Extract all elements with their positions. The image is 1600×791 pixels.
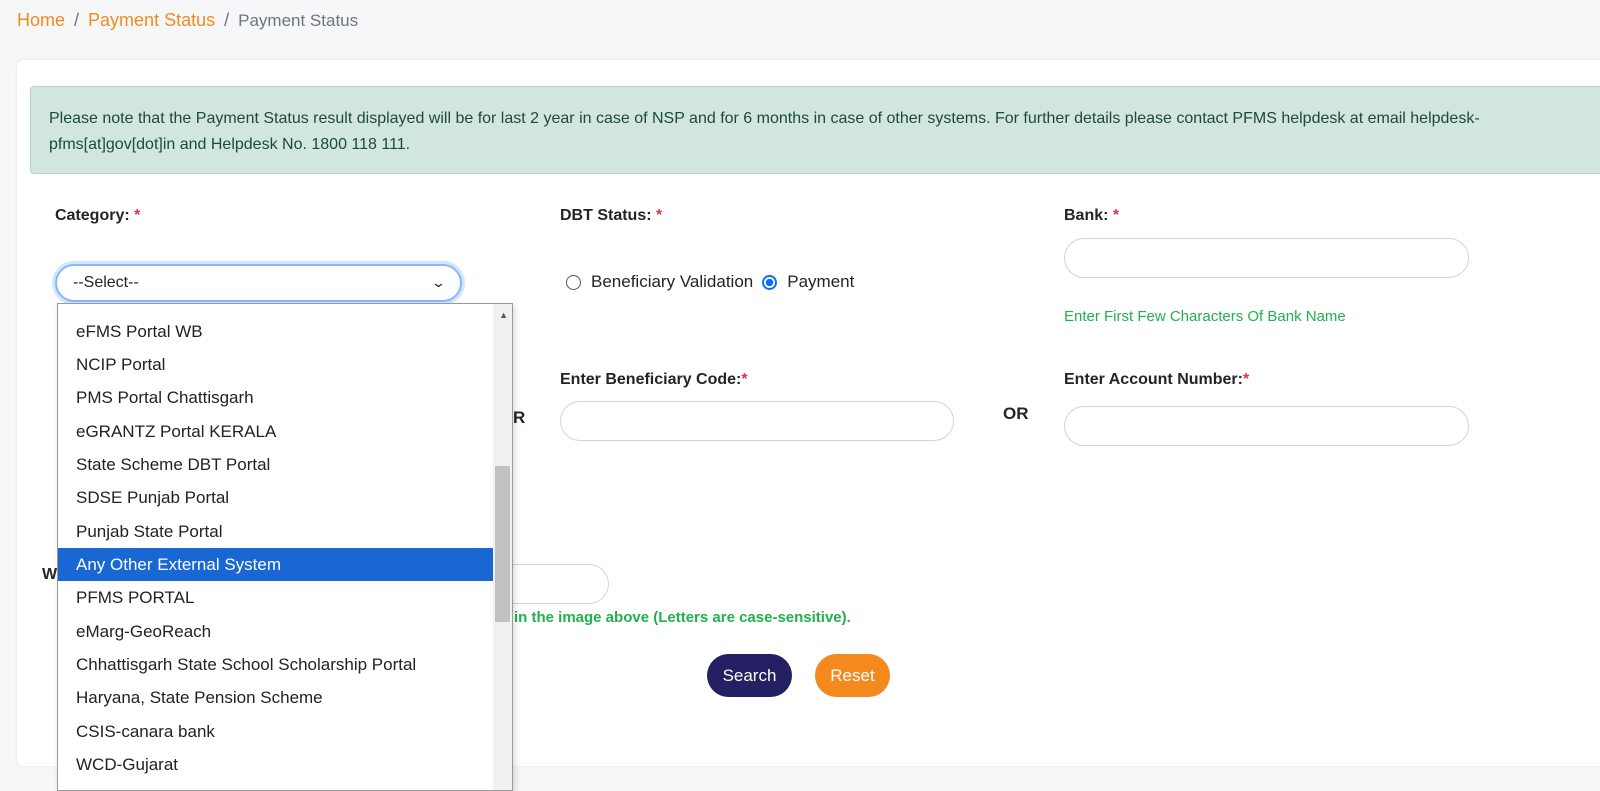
dropdown-option[interactable]: PFMS PORTAL	[58, 581, 494, 614]
dropdown-option[interactable]: Punjab State Portal	[58, 515, 494, 548]
breadcrumb: Home / Payment Status / Payment Status	[17, 10, 358, 31]
bank-hint: Enter First Few Characters Of Bank Name	[1064, 308, 1346, 325]
dropdown-option[interactable]: PMS Portal Chattisgarh	[58, 381, 494, 414]
required-asterisk: *	[1112, 207, 1120, 224]
dropdown-option[interactable]: eFMS Portal WB	[58, 315, 494, 348]
dbt-status-label: DBT Status: *	[560, 207, 663, 224]
dropdown-option[interactable]: eGRANTZ Portal KERALA	[58, 415, 494, 448]
breadcrumb-current: Payment Status	[238, 10, 359, 30]
or-separator: OR	[1003, 404, 1029, 423]
beneficiary-code-label: Enter Beneficiary Code:*	[560, 371, 748, 388]
breadcrumb-home-link[interactable]: Home	[17, 10, 65, 31]
account-number-label: Enter Account Number:*	[1064, 371, 1250, 388]
breadcrumb-separator: /	[224, 10, 230, 30]
radio-beneficiary-validation[interactable]	[566, 274, 581, 290]
bank-label: Bank: *	[1064, 207, 1120, 224]
dropdown-option[interactable]: eMarg-GeoReach	[58, 615, 494, 648]
radio-beneficiary-validation-label[interactable]: Beneficiary Validation	[591, 272, 753, 292]
dropdown-option[interactable]: Haryana, State Pension Scheme	[58, 681, 494, 714]
notice-text: Please note that the Payment Status resu…	[49, 110, 1480, 153]
required-asterisk: *	[656, 207, 663, 224]
dropdown-option-selected[interactable]: Any Other External System	[58, 548, 494, 581]
search-button[interactable]: Search	[707, 654, 792, 697]
breadcrumb-payment-status-link[interactable]: Payment Status	[88, 10, 215, 31]
reset-button[interactable]: Reset	[815, 654, 890, 697]
dropdown-option[interactable]: CSIS-canara bank	[58, 715, 494, 748]
required-asterisk: *	[134, 207, 141, 224]
category-select[interactable]: --Select-- ⌄	[55, 264, 462, 302]
dropdown-option[interactable]: WCD-Gujarat	[58, 748, 494, 781]
dropdown-option[interactable]: NCIP Portal	[58, 348, 494, 381]
chevron-down-icon: ⌄	[430, 275, 447, 290]
breadcrumb-separator: /	[74, 10, 80, 30]
dbt-status-radio-group: Beneficiary Validation Payment	[566, 272, 863, 292]
bank-input[interactable]	[1064, 238, 1469, 278]
radio-payment-label[interactable]: Payment	[787, 272, 854, 292]
required-asterisk: *	[741, 371, 748, 388]
dropdown-scrollbar[interactable]: ▲	[493, 304, 512, 790]
dropdown-option[interactable]: SDSE Punjab Portal	[58, 481, 494, 514]
scroll-up-arrow-icon[interactable]: ▲	[499, 310, 508, 320]
scrollbar-thumb[interactable]	[495, 466, 510, 622]
or-separator-partial: R	[513, 408, 526, 427]
captcha-label-partial: W	[42, 566, 58, 583]
beneficiary-code-input[interactable]	[560, 401, 954, 441]
dropdown-option[interactable]: State Scheme DBT Portal	[58, 448, 494, 481]
account-number-input[interactable]	[1064, 406, 1469, 446]
category-label: Category: *	[55, 207, 141, 224]
required-asterisk: *	[1242, 371, 1250, 388]
captcha-hint: in the image above (Letters are case-sen…	[514, 609, 851, 626]
dropdown-option[interactable]: Chhattisgarh State School Scholarship Po…	[58, 648, 494, 681]
radio-payment[interactable]	[762, 274, 778, 290]
category-select-value: --Select--	[73, 274, 139, 291]
notice-alert: Please note that the Payment Status resu…	[30, 86, 1600, 174]
category-dropdown-list[interactable]: eFMS Portal WB NCIP Portal PMS Portal Ch…	[57, 303, 513, 791]
